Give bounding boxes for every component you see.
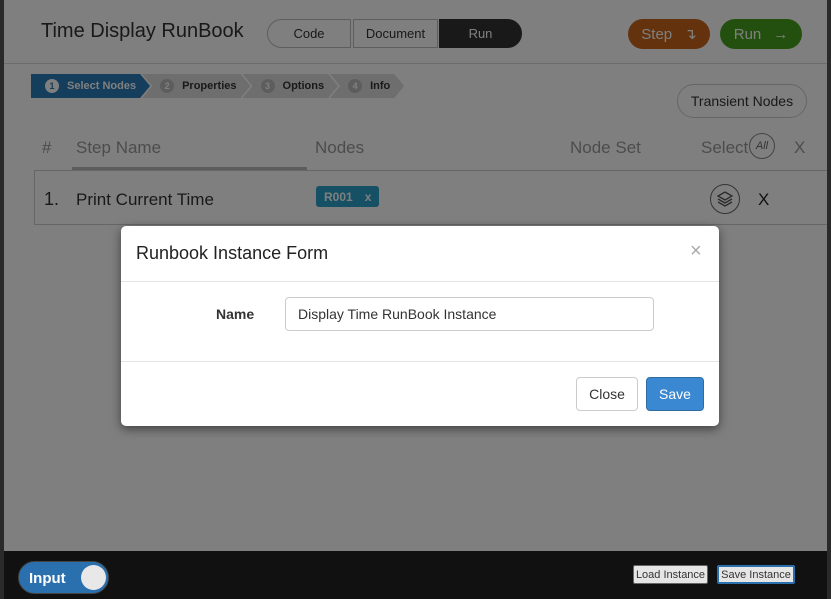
toggle-knob[interactable] [81, 565, 106, 590]
save-button[interactable]: Save [646, 377, 704, 411]
save-instance-button[interactable]: Save Instance [717, 565, 795, 584]
name-input[interactable] [285, 297, 654, 331]
toggle-label: Input [29, 570, 66, 587]
divider [121, 361, 719, 362]
name-label: Name [216, 306, 255, 322]
close-button[interactable]: Close [576, 377, 638, 411]
input-toggle[interactable]: Input [18, 561, 109, 594]
footer-bar: Input Load Instance Save Instance [4, 551, 827, 599]
close-icon[interactable]: × [690, 241, 702, 261]
load-instance-button[interactable]: Load Instance [633, 565, 708, 584]
runbook-app: Time Display RunBook Code Document Run S… [4, 0, 827, 551]
divider [121, 281, 719, 282]
runbook-instance-modal: Runbook Instance Form × Name Close Save [121, 226, 719, 426]
modal-title: Runbook Instance Form [136, 243, 329, 263]
